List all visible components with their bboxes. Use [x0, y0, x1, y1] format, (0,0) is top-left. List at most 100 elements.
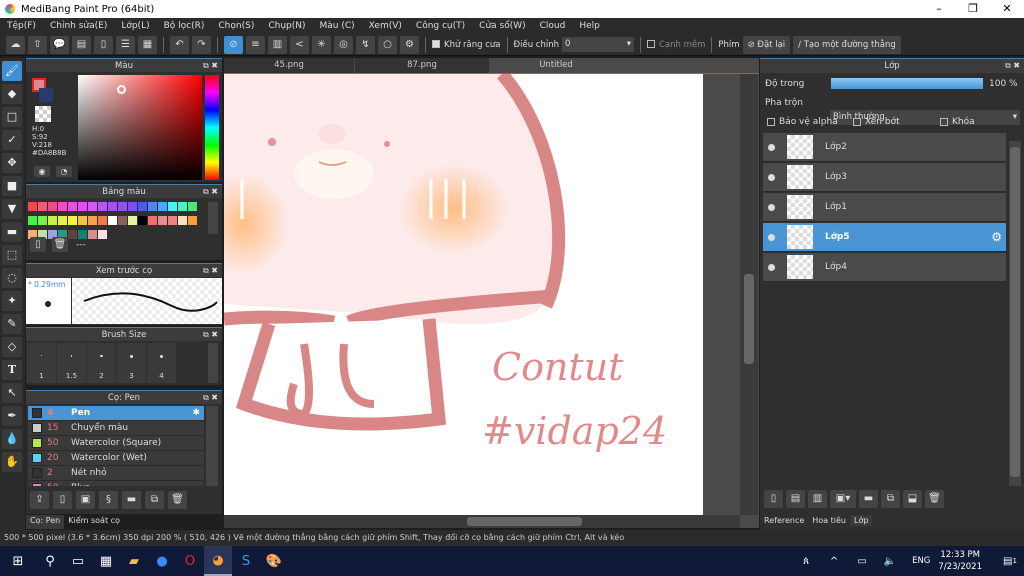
zalo-icon[interactable]: ● — [148, 546, 176, 576]
panel-close-icon[interactable]: ⧉ ✖ — [1005, 59, 1020, 73]
palette-swatch[interactable] — [68, 216, 77, 225]
select-rect-tool-icon[interactable]: ⬚ — [2, 245, 22, 265]
gradient-tool-icon[interactable]: ▬ — [2, 222, 22, 242]
new-brush-icon[interactable]: ▯ — [53, 491, 72, 509]
curve-snap-icon[interactable]: ↯ — [356, 35, 375, 54]
adjust-select[interactable]: 0 ▾ — [561, 37, 634, 52]
eraser-tool-icon[interactable]: ◆ — [2, 84, 22, 104]
menu-window[interactable]: Cửa sổ(W) — [472, 21, 532, 31]
brush-item[interactable]: 50Blur — [28, 481, 204, 486]
horizontal-scrollbar[interactable] — [224, 515, 740, 528]
palette-swatch[interactable] — [128, 202, 137, 211]
clipping-checkbox[interactable]: Xén bớt — [853, 117, 900, 127]
note-icon[interactable]: ▤ — [72, 35, 91, 54]
menu-view[interactable]: Xem(V) — [362, 21, 409, 31]
reset-button[interactable]: ⊘ Đặt lại — [742, 35, 791, 54]
new-halftone-layer-icon[interactable]: ▤ — [786, 490, 805, 508]
panel-close-icon[interactable]: ⧉ ✖ — [203, 391, 218, 405]
undo-icon[interactable]: ↶ — [170, 35, 189, 54]
concentric-snap-icon[interactable]: ◎ — [334, 35, 353, 54]
rectangle-tool-icon[interactable]: □ — [2, 107, 22, 127]
new-8bit-layer-icon[interactable]: ▥ — [808, 490, 827, 508]
snap-off-icon[interactable]: ⊘ — [224, 35, 243, 54]
brush-add-icon[interactable]: ▣ — [76, 491, 95, 509]
palette-swatch[interactable] — [98, 216, 107, 225]
gear-icon[interactable]: ✱ — [192, 408, 200, 418]
network-icon[interactable]: ▭ — [848, 546, 876, 576]
store-icon[interactable]: ▦ — [92, 546, 120, 576]
menu-tools[interactable]: Công cụ(T) — [409, 21, 472, 31]
text-tool-icon[interactable]: T — [2, 360, 22, 380]
folder-icon[interactable]: ▬ — [122, 491, 141, 509]
notification-icon[interactable]: ▤ 1 — [996, 546, 1024, 576]
make-line-button[interactable]: ∕ Tạo một đường thẳng — [793, 35, 901, 54]
paint-icon[interactable]: 🎨 — [260, 546, 288, 576]
parallel-snap-icon[interactable]: ≡ — [246, 35, 265, 54]
vertical-scrollbar[interactable] — [740, 74, 758, 515]
duplicate-icon[interactable]: ⧉ — [145, 491, 164, 509]
page-icon[interactable]: ▯ — [94, 35, 113, 54]
menu-cloud[interactable]: Cloud — [533, 21, 573, 31]
divide-tool-icon[interactable]: ✒ — [2, 406, 22, 426]
palette-swatch[interactable] — [188, 202, 197, 211]
duplicate-layer-icon[interactable]: ⧉ — [881, 490, 900, 508]
menu-select[interactable]: Chọn(S) — [211, 21, 261, 31]
opera-icon[interactable]: O — [176, 546, 204, 576]
palette-swatch[interactable] — [148, 216, 157, 225]
visibility-icon[interactable] — [768, 143, 775, 151]
palette-swatch[interactable] — [158, 216, 167, 225]
palette-swatch[interactable] — [108, 216, 117, 225]
menu-help[interactable]: Help — [572, 21, 607, 31]
polyline-tool-icon[interactable]: ✓ — [2, 130, 22, 150]
palette-swatch[interactable] — [88, 216, 97, 225]
settings-icon[interactable]: ⚙ — [400, 35, 419, 54]
add-layer-dropdown-icon[interactable]: ▣▾ — [830, 490, 856, 508]
menu-edit[interactable]: Chỉnh sửa(E) — [43, 21, 114, 31]
drawing-canvas[interactable]: Contut #vidap24 — [224, 74, 703, 515]
tab-untitled[interactable]: Untitled — [490, 58, 622, 73]
palette-swatch[interactable] — [168, 202, 177, 211]
menu-snap[interactable]: Chụp(N) — [261, 21, 312, 31]
fill-rect-tool-icon[interactable]: ■ — [2, 176, 22, 196]
cloud-icon[interactable]: ☁ — [6, 35, 25, 54]
brush-size-option[interactable]: 1.5 — [57, 343, 86, 383]
tab-brush-pen[interactable]: Cọ: Pen — [26, 515, 65, 529]
lock-checkbox[interactable]: Khóa — [940, 117, 975, 127]
palette-swatch[interactable] — [178, 202, 187, 211]
palette-swatch[interactable] — [68, 230, 77, 239]
cross-snap-icon[interactable]: ▥ — [268, 35, 287, 54]
move-tool-icon[interactable]: ✥ — [2, 153, 22, 173]
volume-icon[interactable]: 🔈 — [876, 546, 904, 576]
palette-swatch[interactable] — [28, 216, 37, 225]
menu-layer[interactable]: Lớp(L) — [114, 21, 156, 31]
brush-item[interactable]: 50 Watercolor (Square) — [28, 436, 204, 451]
brush-size-scrollbar[interactable] — [208, 343, 218, 383]
clock[interactable]: 12:33 PM 7/23/2021 — [938, 549, 982, 573]
brush-item[interactable]: 20 Watercolor (Wet) — [28, 451, 204, 466]
brush-tool-icon[interactable]: 🖌 — [2, 61, 22, 81]
palette-swatch[interactable] — [188, 216, 197, 225]
tab-brush-control[interactable]: Kiểm soát cọ — [64, 515, 124, 529]
transparent-color[interactable] — [35, 106, 51, 122]
layer-item[interactable]: Lớp4 — [763, 253, 1006, 282]
bucket-tool-icon[interactable]: ▼ — [2, 199, 22, 219]
palette-scrollbar[interactable] — [208, 202, 218, 234]
windows-start-icon[interactable]: ⊞ — [0, 546, 36, 576]
perspective-snap-icon[interactable]: < — [290, 35, 309, 54]
menu-color[interactable]: Màu (C) — [313, 21, 362, 31]
brush-size-option[interactable]: 2 — [87, 343, 116, 383]
palette-swatch[interactable] — [118, 216, 127, 225]
tab-87png[interactable]: 87.png — [355, 58, 489, 73]
task-view-icon[interactable]: ▭ — [64, 546, 92, 576]
palette-swatch[interactable] — [98, 202, 107, 211]
palette-swatch[interactable] — [128, 216, 137, 225]
people-icon[interactable]: ጰ — [792, 546, 820, 576]
palette-swatch[interactable] — [98, 230, 107, 239]
palette-swatch[interactable] — [88, 230, 97, 239]
palette-swatch[interactable] — [138, 216, 147, 225]
visibility-icon[interactable] — [768, 203, 775, 211]
brush-size-option[interactable]: 1 — [27, 343, 56, 383]
palette-swatch[interactable] — [118, 202, 127, 211]
visibility-icon[interactable] — [768, 263, 775, 271]
trash-icon[interactable]: 🗑 — [52, 237, 68, 252]
